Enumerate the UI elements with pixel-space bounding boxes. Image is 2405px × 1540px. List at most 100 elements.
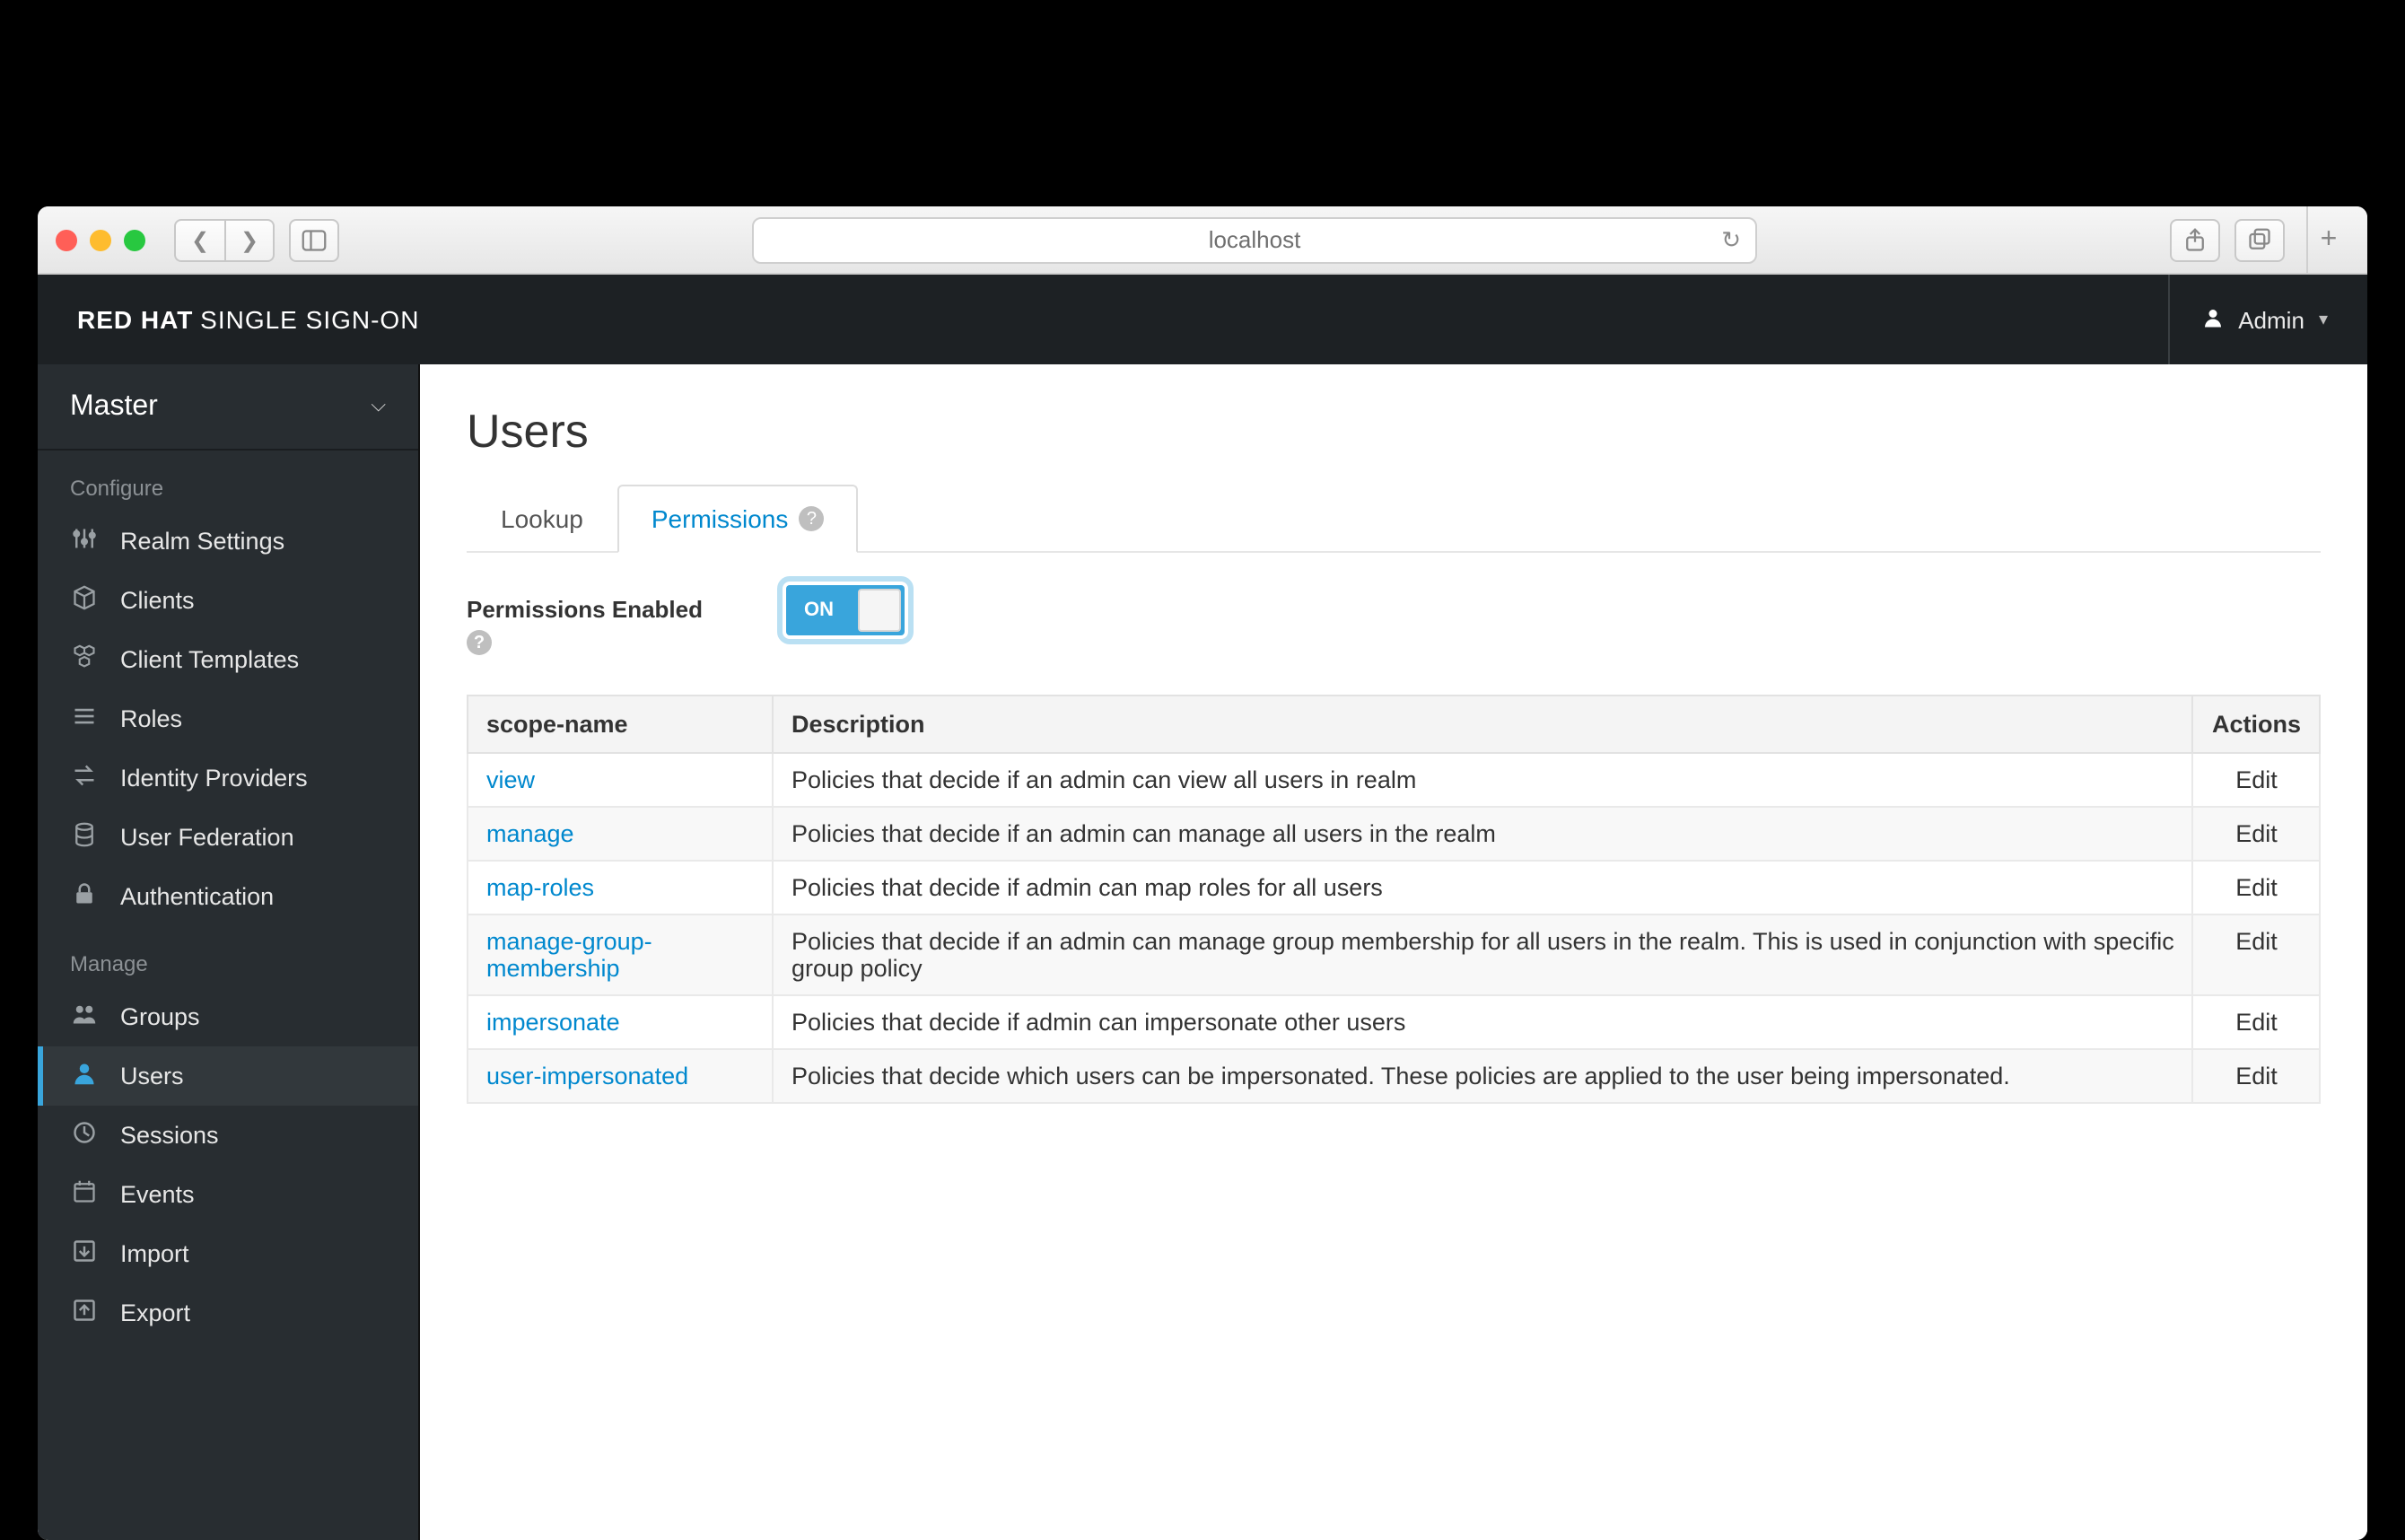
user-menu[interactable]: Admin ▾	[2168, 275, 2328, 364]
edit-button[interactable]: Edit	[2235, 1063, 2278, 1089]
address-text: localhost	[1209, 226, 1301, 253]
sidebar-item-user-federation[interactable]: User Federation	[38, 808, 418, 867]
tabs-icon	[2247, 227, 2272, 252]
tab-permissions[interactable]: Permissions?	[617, 485, 859, 553]
scope-link[interactable]: manage-group-membership	[486, 928, 652, 982]
realm-selector[interactable]: Master ⌵	[38, 364, 418, 451]
description-cell: Policies that decide which users can be …	[773, 1049, 2193, 1103]
toolbar-right	[2170, 218, 2285, 261]
traffic-lights	[56, 229, 145, 250]
group-icon	[70, 1002, 99, 1032]
description-cell: Policies that decide if admin can impers…	[773, 995, 2193, 1049]
sidebar-item-realm-settings[interactable]: Realm Settings	[38, 512, 418, 571]
brand-bold: RED HAT	[77, 305, 193, 334]
sidebar-item-label: User Federation	[120, 824, 294, 851]
new-tab-button[interactable]: +	[2306, 206, 2349, 274]
edit-button[interactable]: Edit	[2235, 874, 2278, 901]
tab-label: Permissions	[652, 504, 789, 533]
address-bar[interactable]: localhost ↻	[752, 216, 1757, 263]
sidebar-item-identity-providers[interactable]: Identity Providers	[38, 748, 418, 808]
table-row: manage Policies that decide if an admin c…	[468, 807, 2320, 861]
scope-link[interactable]: map-roles	[486, 874, 594, 901]
th-description: Description	[773, 696, 2193, 753]
lock-icon	[70, 881, 99, 912]
permissions-enabled-toggle[interactable]: ON	[786, 585, 905, 635]
edit-button[interactable]: Edit	[2235, 820, 2278, 847]
scope-link[interactable]: view	[486, 766, 535, 793]
help-icon[interactable]: ?	[799, 506, 824, 531]
sidebar-item-client-templates[interactable]: Client Templates	[38, 630, 418, 689]
browser-toolbar: ❮ ❯ localhost ↻ +	[38, 206, 2367, 275]
maximize-window-button[interactable]	[124, 229, 145, 250]
sidebar-item-users[interactable]: Users	[38, 1046, 418, 1106]
sidebar-item-label: Import	[120, 1240, 189, 1267]
sidebar-item-label: Sessions	[120, 1122, 219, 1149]
sidebar-item-label: Authentication	[120, 883, 274, 910]
edit-button[interactable]: Edit	[2235, 1009, 2278, 1036]
help-icon[interactable]: ?	[467, 630, 492, 655]
permissions-enabled-text: Permissions Enabled	[467, 596, 703, 623]
sidebar: Master ⌵ Configure Realm Settings Clients…	[38, 364, 420, 1540]
back-button[interactable]: ❮	[174, 218, 224, 261]
table-row: manage-group-membershipPolicies that dec…	[468, 914, 2320, 995]
tab-label: Lookup	[501, 504, 583, 533]
sidebar-item-label: Events	[120, 1181, 195, 1208]
panel-icon	[302, 227, 327, 252]
sidebar-item-label: Client Templates	[120, 646, 299, 673]
tab-lookup[interactable]: Lookup	[467, 485, 617, 551]
sidebar-item-label: Users	[120, 1063, 184, 1089]
table-row: map-rolesPolicies that decide if admin c…	[468, 861, 2320, 914]
sidebar-item-clients[interactable]: Clients	[38, 571, 418, 630]
reload-icon[interactable]: ↻	[1721, 225, 1741, 254]
sidebar-item-roles[interactable]: Roles	[38, 689, 418, 748]
th-scope: scope-name	[468, 696, 773, 753]
tabs-button[interactable]	[2234, 218, 2285, 261]
export-icon	[70, 1298, 99, 1328]
app-topbar: RED HAT SINGLE SIGN-ON Admin ▾	[38, 275, 2367, 364]
close-window-button[interactable]	[56, 229, 77, 250]
calendar-icon	[70, 1179, 99, 1210]
import-icon	[70, 1238, 99, 1269]
share-icon	[2182, 227, 2208, 252]
sidebar-item-authentication[interactable]: Authentication	[38, 867, 418, 926]
toggle-state: ON	[786, 599, 834, 621]
sidebar-item-import[interactable]: Import	[38, 1224, 418, 1283]
sliders-icon	[70, 526, 99, 556]
minimize-window-button[interactable]	[90, 229, 111, 250]
scope-link[interactable]: impersonate	[486, 1009, 620, 1036]
permissions-enabled-row: Permissions Enabled ? ON	[467, 585, 2321, 655]
sidebar-item-label: Realm Settings	[120, 528, 284, 555]
edit-button[interactable]: Edit	[2235, 766, 2278, 793]
toggle-knob	[858, 589, 901, 632]
forward-button[interactable]: ❯	[224, 218, 275, 261]
table-row: view Policies that decide if an admin can…	[468, 753, 2320, 807]
app-body: Master ⌵ Configure Realm Settings Clients…	[38, 364, 2367, 1540]
sidebar-item-sessions[interactable]: Sessions	[38, 1106, 418, 1165]
description-cell: Policies that decide if an admin can man…	[773, 807, 2193, 861]
database-icon	[70, 822, 99, 853]
app: RED HAT SINGLE SIGN-ON Admin ▾ Master ⌵ …	[38, 275, 2367, 1540]
sidebar-item-label: Export	[120, 1299, 190, 1326]
sidebar-section-manage: Manage	[38, 926, 418, 987]
scope-link[interactable]: manage	[486, 820, 574, 847]
sidebar-section-configure: Configure	[38, 451, 418, 512]
chevron-down-icon: ⌵	[371, 395, 386, 418]
nav-back-forward: ❮ ❯	[174, 218, 275, 261]
clock-icon	[70, 1120, 99, 1151]
sidebar-item-export[interactable]: Export	[38, 1283, 418, 1343]
realm-name: Master	[70, 390, 158, 423]
edit-button[interactable]: Edit	[2235, 928, 2278, 955]
sidebar-toggle-button[interactable]	[289, 218, 339, 261]
brand: RED HAT SINGLE SIGN-ON	[77, 305, 419, 334]
page-title: Users	[467, 404, 2321, 459]
share-button[interactable]	[2170, 218, 2220, 261]
user-icon	[70, 1061, 99, 1091]
main-content: Users Lookup Permissions? Permissions Ena…	[420, 364, 2367, 1540]
list-icon	[70, 704, 99, 734]
sidebar-item-groups[interactable]: Groups	[38, 987, 418, 1046]
table-row: impersonate Policies that decide if admin…	[468, 995, 2320, 1049]
scope-link[interactable]: user-impersonated	[486, 1063, 688, 1089]
sidebar-item-events[interactable]: Events	[38, 1165, 418, 1224]
chevron-down-icon: ▾	[2319, 310, 2328, 329]
description-cell: Policies that decide if an admin can vie…	[773, 753, 2193, 807]
